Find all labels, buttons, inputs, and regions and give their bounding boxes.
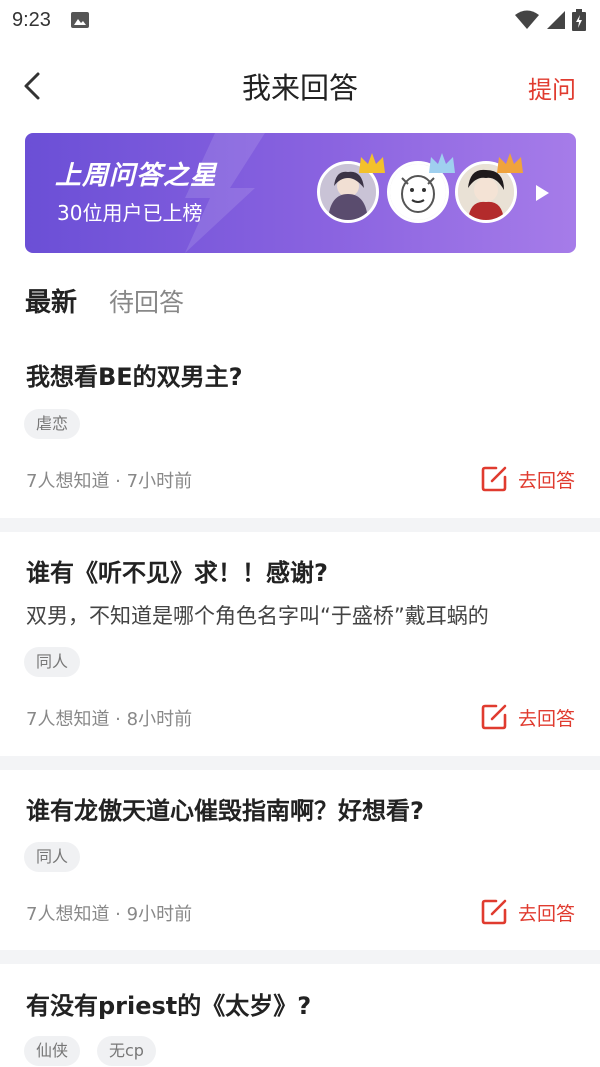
question-meta: 7人想知道 · 7小时前 [26,471,193,492]
answer-label: 去回答 [517,902,575,925]
signal-icon [547,11,565,29]
question-tag[interactable]: 无cp [97,1036,156,1066]
question-title: 谁有《听不见》求！！感谢? [26,559,328,587]
top-user-avatar-1[interactable] [317,153,385,223]
edit-icon [481,466,507,492]
edit-icon [481,704,507,730]
answer-label: 去回答 [517,707,575,730]
play-arrow-icon[interactable] [534,184,550,202]
lightning-decoration-icon [185,133,265,253]
card-divider [0,518,600,532]
question-title: 谁有龙傲天道心催毁指南啊？好想看? [26,797,424,825]
edit-icon [481,899,507,925]
gallery-notification-icon [70,12,89,28]
question-tag[interactable]: 仙侠 [24,1036,81,1066]
question-tag[interactable]: 虐恋 [24,409,81,439]
question-meta: 7人想知道 · 8小时前 [26,709,193,730]
banner-title: 上周问答之星 [55,161,218,191]
banner-subtitle: 30位用户已上榜 [57,201,203,225]
status-time: 9:23 [12,8,51,31]
ask-question-button[interactable]: 提问 [528,70,576,105]
question-tag[interactable]: 同人 [24,647,81,677]
question-card[interactable]: 我想看BE的双男主? 虐恋 7人想知道 · 7小时前 去回答 [0,340,600,518]
weekly-star-banner[interactable]: 上周问答之星 30位用户已上榜 [25,133,576,253]
back-arrow-icon[interactable] [18,70,50,102]
tab-latest[interactable]: 最新 [25,282,77,319]
question-card[interactable]: 谁有龙傲天道心催毁指南啊？好想看? 同人 7人想知道 · 9小时前 去回答 [0,770,600,950]
wifi-icon [515,10,539,29]
question-meta: 7人想知道 · 9小时前 [26,904,193,925]
top-user-avatar-3[interactable] [455,153,523,223]
question-description: 双男，不知道是哪个角色名字叫“于盛桥”戴耳蜗的 [26,604,489,628]
page-title: 我来回答 [241,71,358,105]
battery-icon [572,9,586,31]
answer-label: 去回答 [517,469,575,492]
tab-pending[interactable]: 待回答 [109,283,184,319]
crown-icon [359,153,385,173]
question-card[interactable]: 有没有priest的《太岁》? 仙侠 无cp [0,964,600,1067]
crown-icon [497,153,523,173]
card-divider [0,756,600,770]
crown-icon [429,153,455,173]
top-user-avatar-2[interactable] [387,153,455,223]
question-tag[interactable]: 同人 [24,842,81,872]
question-title: 我想看BE的双男主? [26,363,243,391]
nav-bar: 我来回答 提问 [0,56,600,116]
status-bar: 9:23 [0,0,600,40]
question-title: 有没有priest的《太岁》? [26,992,312,1020]
question-card[interactable]: 谁有《听不见》求！！感谢? 双男，不知道是哪个角色名字叫“于盛桥”戴耳蜗的 同人… [0,532,600,756]
answer-button[interactable]: 去回答 [480,703,575,731]
status-icons [514,9,586,31]
question-tabs: 最新 待回答 [25,282,184,319]
answer-button[interactable]: 去回答 [480,465,575,493]
card-divider [0,950,600,964]
answer-button[interactable]: 去回答 [480,898,575,926]
